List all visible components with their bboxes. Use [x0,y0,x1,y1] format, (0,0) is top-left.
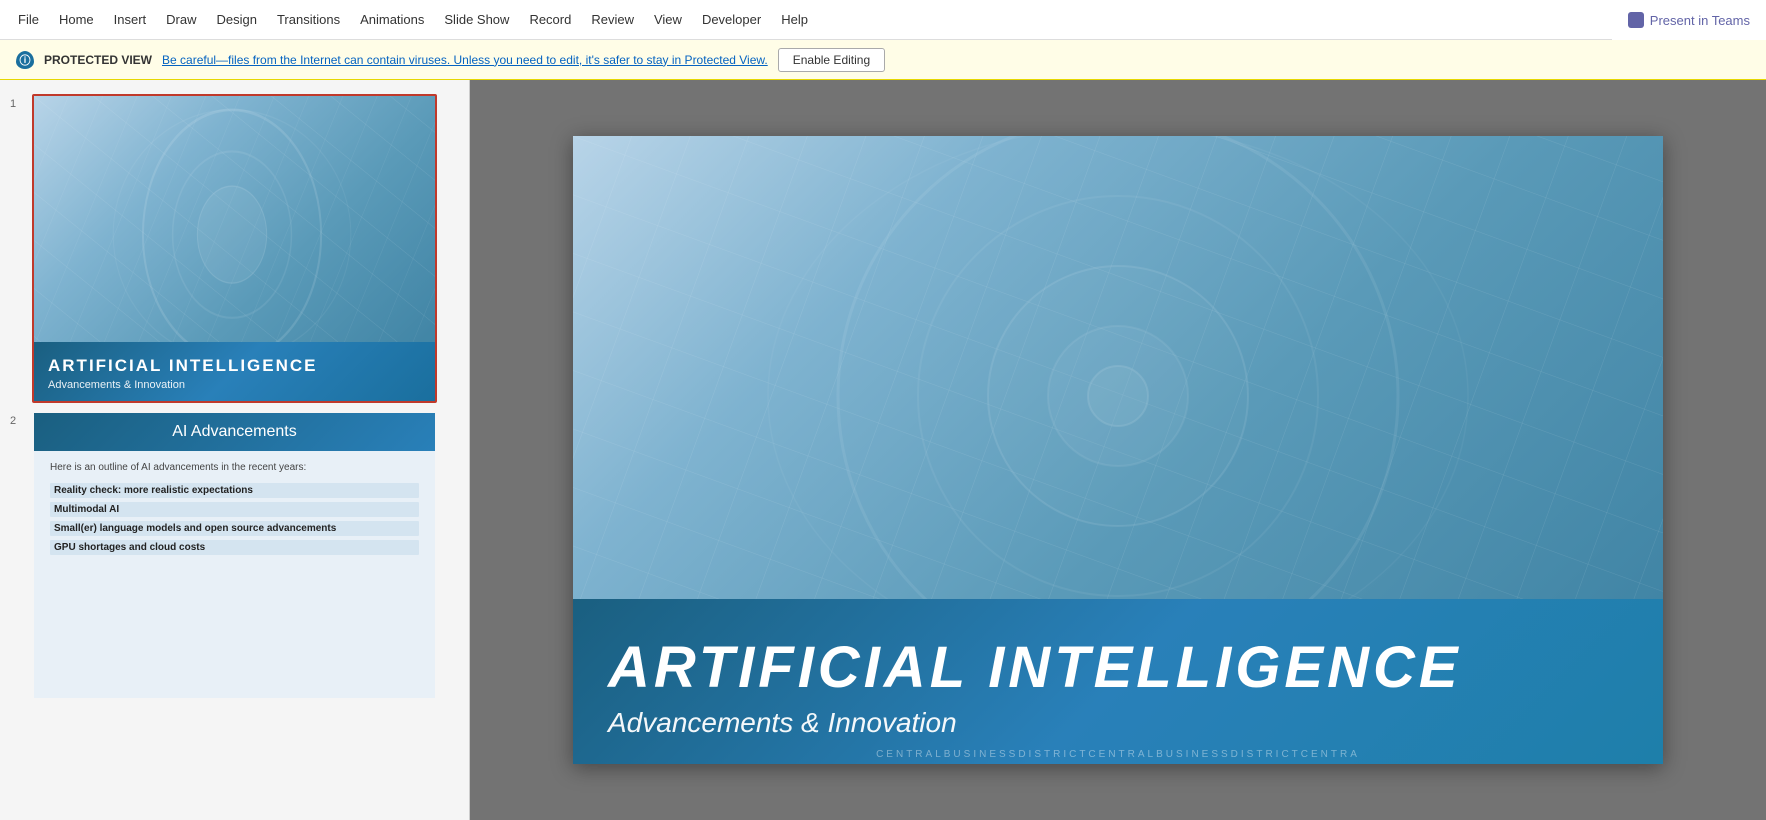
slide-thumbnail-2[interactable]: AI Advancements Here is an outline of AI… [32,411,437,700]
main-slide-footer: CENTRALBUSINESSDISTRICTCENTRALBUSINESSDI… [573,749,1663,764]
menu-review[interactable]: Review [581,8,644,31]
shield-icon: ⓘ [16,51,34,69]
menu-bar: File Home Insert Draw Design Transitions… [0,0,1766,40]
slide2-bullet-3: Small(er) language models and open sourc… [50,521,419,536]
menu-insert[interactable]: Insert [104,8,157,31]
slide-item-1: 1 [0,90,469,407]
slide2-bullet-1: Reality check: more realistic expectatio… [50,483,419,498]
main-layout: 1 [0,80,1766,820]
menu-design[interactable]: Design [207,8,267,31]
slide1-subtitle: Advancements & Innovation [48,379,421,391]
slide2-intro: Here is an outline of AI advancements in… [50,461,419,475]
present-in-teams-label: Present in Teams [1650,13,1750,28]
protected-view-label: PROTECTED VIEW [44,53,152,67]
slide2-header: AI Advancements [34,413,435,451]
enable-editing-button[interactable]: Enable Editing [778,48,885,72]
menu-draw[interactable]: Draw [156,8,206,31]
slide-panel: 1 [0,80,470,820]
main-slide-subtitle: Advancements & Innovation [608,707,1628,739]
slide-item-2: 2 AI Advancements Here is an outline of … [0,407,469,704]
menu-record[interactable]: Record [519,8,581,31]
menu-help[interactable]: Help [771,8,818,31]
slide-number-1: 1 [10,94,24,110]
menu-home[interactable]: Home [49,8,104,31]
slide2-preview: AI Advancements Here is an outline of AI… [34,413,435,698]
slide2-bullet-4: GPU shortages and cloud costs [50,540,419,555]
slide2-bullet-2: Multimodal AI [50,502,419,517]
slide-view-area: ARTIFICIAL INTELLIGENCE Advancements & I… [470,80,1766,820]
slide-number-2: 2 [10,411,24,427]
menu-file[interactable]: File [8,8,49,31]
protected-view-banner: ⓘ PROTECTED VIEW Be careful—files from t… [0,40,1766,80]
slide1-preview: ARTIFICIAL INTELLIGENCE Advancements & I… [34,96,435,401]
present-in-teams-button[interactable]: Present in Teams [1612,0,1766,40]
slide2-header-text: AI Advancements [48,423,421,441]
menu-slideshow[interactable]: Slide Show [434,8,519,31]
main-slide-title: ARTIFICIAL INTELLIGENCE [608,634,1628,701]
slide2-body: Here is an outline of AI advancements in… [34,451,435,569]
menu-transitions[interactable]: Transitions [267,8,350,31]
teams-icon [1628,12,1644,28]
main-slide: ARTIFICIAL INTELLIGENCE Advancements & I… [573,136,1663,764]
slide-thumbnail-1[interactable]: ARTIFICIAL INTELLIGENCE Advancements & I… [32,94,437,403]
menu-view[interactable]: View [644,8,692,31]
slide1-title-bar: ARTIFICIAL INTELLIGENCE Advancements & I… [34,342,435,401]
main-slide-title-bar: ARTIFICIAL INTELLIGENCE Advancements & I… [573,599,1663,764]
menu-developer[interactable]: Developer [692,8,771,31]
slide1-title: ARTIFICIAL INTELLIGENCE [48,356,421,376]
protected-view-message[interactable]: Be careful—files from the Internet can c… [162,53,768,67]
menu-animations[interactable]: Animations [350,8,434,31]
